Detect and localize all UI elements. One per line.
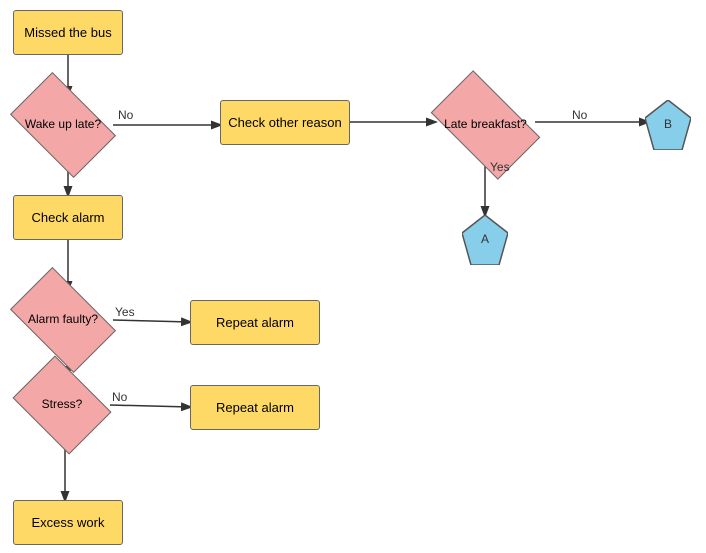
excess-work-node: Excess work (13, 500, 123, 545)
check-alarm-node: Check alarm (13, 195, 123, 240)
label-yes-alarm: Yes (115, 305, 135, 319)
stress-label: Stress? (42, 397, 83, 413)
svg-text:B: B (664, 117, 672, 131)
label-no-stress: No (112, 390, 127, 404)
alarm-faulty-label: Alarm faulty? (28, 312, 98, 328)
label-no-wake: No (118, 108, 133, 122)
wake-up-late-label: Wake up late? (25, 117, 101, 133)
excess-work-label: Excess work (32, 515, 105, 530)
label-yes-late: Yes (490, 160, 510, 174)
check-alarm-label: Check alarm (32, 210, 105, 225)
missed-bus-label: Missed the bus (24, 25, 111, 40)
svg-text:A: A (481, 232, 489, 246)
wake-up-late-node: Wake up late? (18, 95, 108, 155)
check-other-reason-node: Check other reason (220, 100, 350, 145)
late-breakfast-node: Late breakfast? (438, 95, 533, 155)
alarm-faulty-node: Alarm faulty? (18, 290, 108, 350)
stress-node: Stress? (22, 375, 102, 435)
late-breakfast-label: Late breakfast? (444, 117, 527, 133)
connector-b-node: B (645, 100, 691, 150)
connector-a-svg: A (462, 215, 508, 265)
flowchart: Missed the bus Wake up late? Check other… (0, 0, 706, 553)
arrows-svg (0, 0, 706, 553)
label-no-late: No (572, 108, 587, 122)
repeat-alarm-2-label: Repeat alarm (216, 400, 294, 415)
repeat-alarm-2-node: Repeat alarm (190, 385, 320, 430)
missed-bus-node: Missed the bus (13, 10, 123, 55)
repeat-alarm-1-node: Repeat alarm (190, 300, 320, 345)
connector-b-svg: B (645, 100, 691, 150)
repeat-alarm-1-label: Repeat alarm (216, 315, 294, 330)
connector-a-node: A (462, 215, 508, 265)
check-other-reason-label: Check other reason (228, 115, 341, 130)
